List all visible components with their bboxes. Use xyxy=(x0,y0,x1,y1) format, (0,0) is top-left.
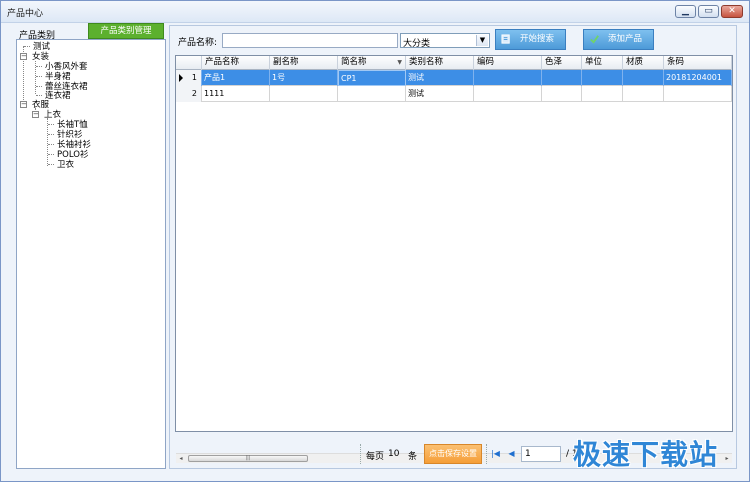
table-row[interactable]: 1 产品1 1号 CP1 测试 20181204001 xyxy=(176,70,732,86)
tree-item-womens[interactable]: 女装 xyxy=(32,52,49,62)
maximize-button[interactable]: ▭ xyxy=(698,5,719,18)
first-page-icon[interactable]: |◀ xyxy=(491,449,500,458)
main-window: 产品中心 ▁ ▭ ✕ 产品类别 产品类别管理 测试 − 女装 小香风外套 半身裙… xyxy=(0,0,750,482)
product-name-input[interactable] xyxy=(222,33,398,48)
tree-item-child[interactable]: 半身裙 xyxy=(45,72,71,82)
minimize-button[interactable]: ▁ xyxy=(675,5,696,18)
column-header[interactable]: 材质 xyxy=(623,56,664,70)
column-header[interactable]: 单位 xyxy=(582,56,623,70)
tree-item-child[interactable]: 针织衫 xyxy=(57,130,83,140)
tree-item-clothes[interactable]: 衣服 xyxy=(32,100,49,110)
category-select[interactable]: 大分类 ▼ xyxy=(400,33,490,49)
current-row-pointer-icon xyxy=(179,74,183,82)
cell[interactable] xyxy=(270,86,338,102)
cell[interactable] xyxy=(623,70,664,86)
cell[interactable] xyxy=(338,86,406,102)
row-number: 2 xyxy=(176,86,202,102)
minimize-icon: ▁ xyxy=(682,6,689,16)
page-number-input[interactable]: 1 xyxy=(521,446,561,462)
tree-item-child[interactable]: 卫衣 xyxy=(57,160,74,170)
category-panel: 产品类别 产品类别管理 测试 − 女装 小香风外套 半身裙 蕾丝连衣裙 连衣裙 … xyxy=(10,23,166,469)
title-bar: 产品中心 ▁ ▭ ✕ xyxy=(1,1,749,23)
category-select-value: 大分类 xyxy=(403,39,431,49)
cell[interactable] xyxy=(582,86,623,102)
tree-item-child[interactable]: POLO衫 xyxy=(57,150,88,160)
column-header[interactable]: 条码 xyxy=(664,56,732,70)
product-grid: 产品名称 副名称 简名称 ▼ 类别名称 编码 色泽 单位 材质 条码 1 产品1 xyxy=(175,55,733,463)
add-product-label: 添加产品 xyxy=(608,34,643,44)
scroll-left-icon[interactable]: ◂ xyxy=(176,454,186,464)
product-panel: 产品名称: 大分类 ▼ 开始搜索 添加产品 产品名称 副名称 简名称 ▼ 类别名… xyxy=(169,25,737,469)
collapse-toggle-icon[interactable]: − xyxy=(20,53,27,60)
close-icon: ✕ xyxy=(728,6,736,16)
maximize-icon: ▭ xyxy=(704,6,713,16)
row-number-text: 1 xyxy=(191,73,197,82)
column-header-label: 简名称 xyxy=(341,57,367,67)
cell[interactable]: 产品1 xyxy=(202,70,270,86)
tree-item-tops[interactable]: 上衣 xyxy=(44,110,61,120)
cell[interactable]: 1号 xyxy=(270,70,338,86)
cell[interactable]: 测试 xyxy=(406,70,474,86)
save-settings-button[interactable]: 点击保存设置 xyxy=(424,444,482,464)
search-button-label: 开始搜索 xyxy=(520,34,555,44)
cell[interactable] xyxy=(582,70,623,86)
per-page-label: 每页 xyxy=(366,452,385,462)
category-tree: 测试 − 女装 小香风外套 半身裙 蕾丝连衣裙 连衣裙 − 衣服 − 上衣 长袖… xyxy=(16,39,166,469)
watermark-logo: 极速下载站 xyxy=(573,438,719,471)
sort-arrow-icon: ▼ xyxy=(397,59,402,66)
close-button[interactable]: ✕ xyxy=(721,5,743,18)
cell[interactable] xyxy=(664,86,732,102)
column-header[interactable]: 色泽 xyxy=(542,56,582,70)
product-name-label: 产品名称: xyxy=(178,38,218,48)
column-header[interactable]: 编码 xyxy=(474,56,542,70)
prev-page-icon[interactable]: ◀ xyxy=(507,449,516,458)
cell[interactable]: 测试 xyxy=(406,86,474,102)
table-row[interactable]: 2 1111 测试 xyxy=(176,86,732,102)
cell[interactable]: 1111 xyxy=(202,86,270,102)
tree-item-child[interactable]: 小香风外套 xyxy=(45,62,88,72)
cell[interactable] xyxy=(542,70,582,86)
add-check-icon xyxy=(590,35,599,44)
search-button[interactable]: 开始搜索 xyxy=(495,29,566,50)
grid-header: 产品名称 副名称 简名称 ▼ 类别名称 编码 色泽 单位 材质 条码 xyxy=(176,56,732,70)
cell[interactable] xyxy=(623,86,664,102)
row-number: 1 xyxy=(176,70,202,86)
window-title: 产品中心 xyxy=(7,9,44,19)
search-icon xyxy=(501,34,510,44)
cell[interactable]: 20181204001 xyxy=(664,70,732,86)
tree-item-child[interactable]: 长袖T恤 xyxy=(57,120,88,130)
chevron-down-icon: ▼ xyxy=(476,35,488,46)
scrollbar-thumb[interactable]: ||| xyxy=(188,455,308,462)
per-page-value[interactable]: 10 xyxy=(388,449,399,459)
cell[interactable] xyxy=(474,70,542,86)
cell[interactable]: CP1 xyxy=(338,70,406,86)
cell[interactable] xyxy=(542,86,582,102)
column-header[interactable]: 副名称 xyxy=(270,56,338,70)
category-manage-button[interactable]: 产品类别管理 xyxy=(88,23,164,39)
tree-item-child[interactable]: 长袖衬衫 xyxy=(57,140,91,150)
collapse-toggle-icon[interactable]: − xyxy=(20,101,27,108)
window-controls: ▁ ▭ ✕ xyxy=(675,5,743,18)
cell[interactable] xyxy=(474,86,542,102)
column-header[interactable]: 简名称 ▼ xyxy=(338,56,406,70)
tree-item-test[interactable]: 测试 xyxy=(33,42,50,52)
column-header[interactable]: 产品名称 xyxy=(202,56,270,70)
per-page-unit: 条 xyxy=(408,452,418,462)
row-header-corner xyxy=(176,56,202,70)
column-header[interactable]: 类别名称 xyxy=(406,56,474,70)
collapse-toggle-icon[interactable]: − xyxy=(32,111,39,118)
add-product-button[interactable]: 添加产品 xyxy=(583,29,654,50)
